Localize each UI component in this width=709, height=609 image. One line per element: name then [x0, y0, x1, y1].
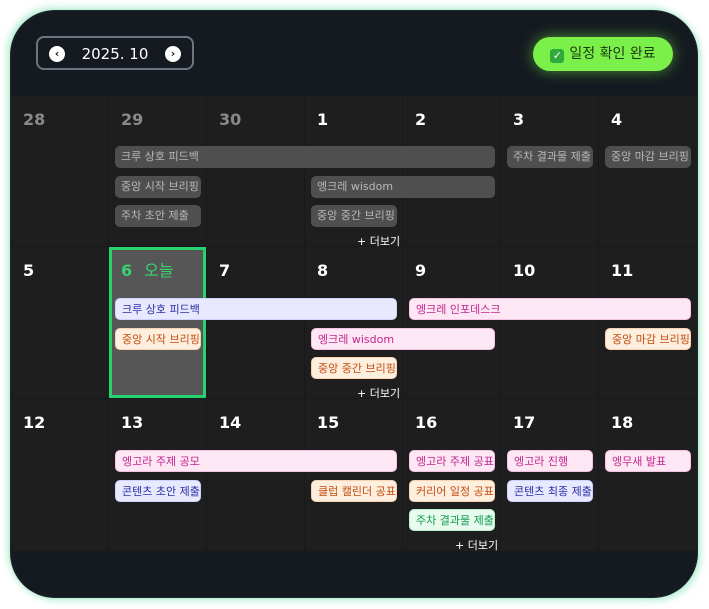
day-number: 2 — [415, 110, 427, 129]
day-cell[interactable]: 7 — [207, 247, 304, 398]
day-cell[interactable]: 9 — [403, 247, 500, 398]
day-cell[interactable]: 5 — [11, 247, 108, 398]
event-bar[interactable]: 중앙 마감 브리핑 — [605, 146, 691, 168]
month-navigator: ‹ 2025. 10 › — [36, 36, 194, 70]
event-bar[interactable]: 클럽 캘린더 공표 — [311, 480, 397, 502]
day-number: 30 — [219, 110, 242, 129]
event-bar[interactable]: 중앙 시작 브리핑 — [115, 176, 201, 198]
day-number: 1 — [317, 110, 329, 129]
more-link[interactable]: + 더보기 — [357, 235, 400, 249]
day-number: 6 오늘 — [121, 261, 174, 280]
event-bar[interactable]: 엥고라 진행 — [507, 450, 593, 472]
chevron-right-icon[interactable]: › — [165, 46, 181, 62]
day-cell[interactable]: 18 — [599, 399, 697, 551]
today-label: 오늘 — [144, 261, 174, 280]
event-bar[interactable]: 엥고라 주제 공모 — [115, 450, 397, 472]
event-bar[interactable]: 콘텐츠 최종 제출 — [507, 480, 593, 502]
event-bar[interactable]: 주차 결과물 제출 — [507, 146, 593, 168]
event-bar[interactable]: 엥고라 주제 공표 — [409, 450, 495, 472]
day-cell[interactable]: 10 — [501, 247, 598, 398]
check-icon: ✓ — [550, 49, 565, 63]
event-bar[interactable]: 크루 상호 피드백 — [115, 146, 495, 168]
day-cell[interactable]: 17 — [501, 399, 598, 551]
day-number: 9 — [415, 261, 427, 280]
event-bar[interactable]: 콘텐츠 초안 제출 — [115, 480, 201, 502]
chevron-left-icon[interactable]: ‹ — [49, 46, 65, 62]
day-number: 10 — [513, 261, 536, 280]
day-number: 3 — [513, 110, 525, 129]
day-cell[interactable]: 28 — [11, 96, 108, 246]
day-number: 5 — [23, 261, 35, 280]
event-bar[interactable]: 주차 결과물 제출 — [409, 509, 495, 531]
event-bar[interactable]: 중앙 마감 브리핑 — [605, 328, 691, 350]
event-bar[interactable]: 커리어 일정 공표 — [409, 480, 495, 502]
event-bar[interactable]: 크루 상호 피드백 — [115, 298, 397, 320]
more-link[interactable]: + 더보기 — [455, 539, 498, 553]
event-bar[interactable]: 중앙 시작 브리핑 — [115, 328, 201, 350]
event-bar[interactable]: 엥크레 wisdom — [311, 176, 495, 198]
day-number: 13 — [121, 413, 144, 432]
day-cell[interactable]: 12 — [11, 399, 108, 551]
day-cell[interactable]: 11 — [599, 247, 697, 398]
calendar-header: ‹ 2025. 10 › ✓ 일정 확인 완료 — [11, 11, 697, 96]
day-cell[interactable]: 15 — [305, 399, 402, 551]
day-number: 16 — [415, 413, 438, 432]
event-bar[interactable]: 엥크레 wisdom — [311, 328, 495, 350]
day-number: 18 — [611, 413, 634, 432]
day-number: 17 — [513, 413, 536, 432]
day-number: 29 — [121, 110, 144, 129]
event-bar[interactable]: 중앙 중간 브리핑 — [311, 357, 397, 379]
confirm-schedule-button[interactable]: ✓ 일정 확인 완료 — [533, 37, 673, 71]
day-cell[interactable]: 30 — [207, 96, 304, 246]
day-number: 8 — [317, 261, 329, 280]
event-bar[interactable]: 엥무새 발표 — [605, 450, 691, 472]
day-cell[interactable]: 13 — [109, 399, 206, 551]
day-number: 28 — [23, 110, 46, 129]
day-number: 4 — [611, 110, 623, 129]
day-number: 7 — [219, 261, 231, 280]
event-bar[interactable]: 엥크레 인포데스크 — [409, 298, 691, 320]
event-bar[interactable]: 주차 초안 제출 — [115, 205, 201, 227]
today-cell[interactable]: 6 오늘 — [109, 247, 206, 398]
calendar-grid: 28 29 30 1 2 3 4 5 6 오늘 7 8 9 10 11 12 13… — [11, 96, 697, 553]
calendar-card: ‹ 2025. 10 › ✓ 일정 확인 완료 28 29 30 1 2 3 4 … — [11, 11, 697, 597]
day-cell[interactable]: 4 — [599, 96, 697, 246]
more-link[interactable]: + 더보기 — [357, 387, 400, 401]
day-number: 12 — [23, 413, 46, 432]
day-number: 15 — [317, 413, 340, 432]
day-number: 11 — [611, 261, 634, 280]
confirm-schedule-label: 일정 확인 완료 — [569, 46, 656, 62]
current-month: 2025. 10 — [81, 45, 149, 63]
event-bar[interactable]: 중앙 중간 브리핑 — [311, 205, 397, 227]
day-number: 14 — [219, 413, 242, 432]
day-cell[interactable]: 2 — [403, 96, 500, 246]
day-cell[interactable]: 3 — [501, 96, 598, 246]
day-cell[interactable]: 14 — [207, 399, 304, 551]
